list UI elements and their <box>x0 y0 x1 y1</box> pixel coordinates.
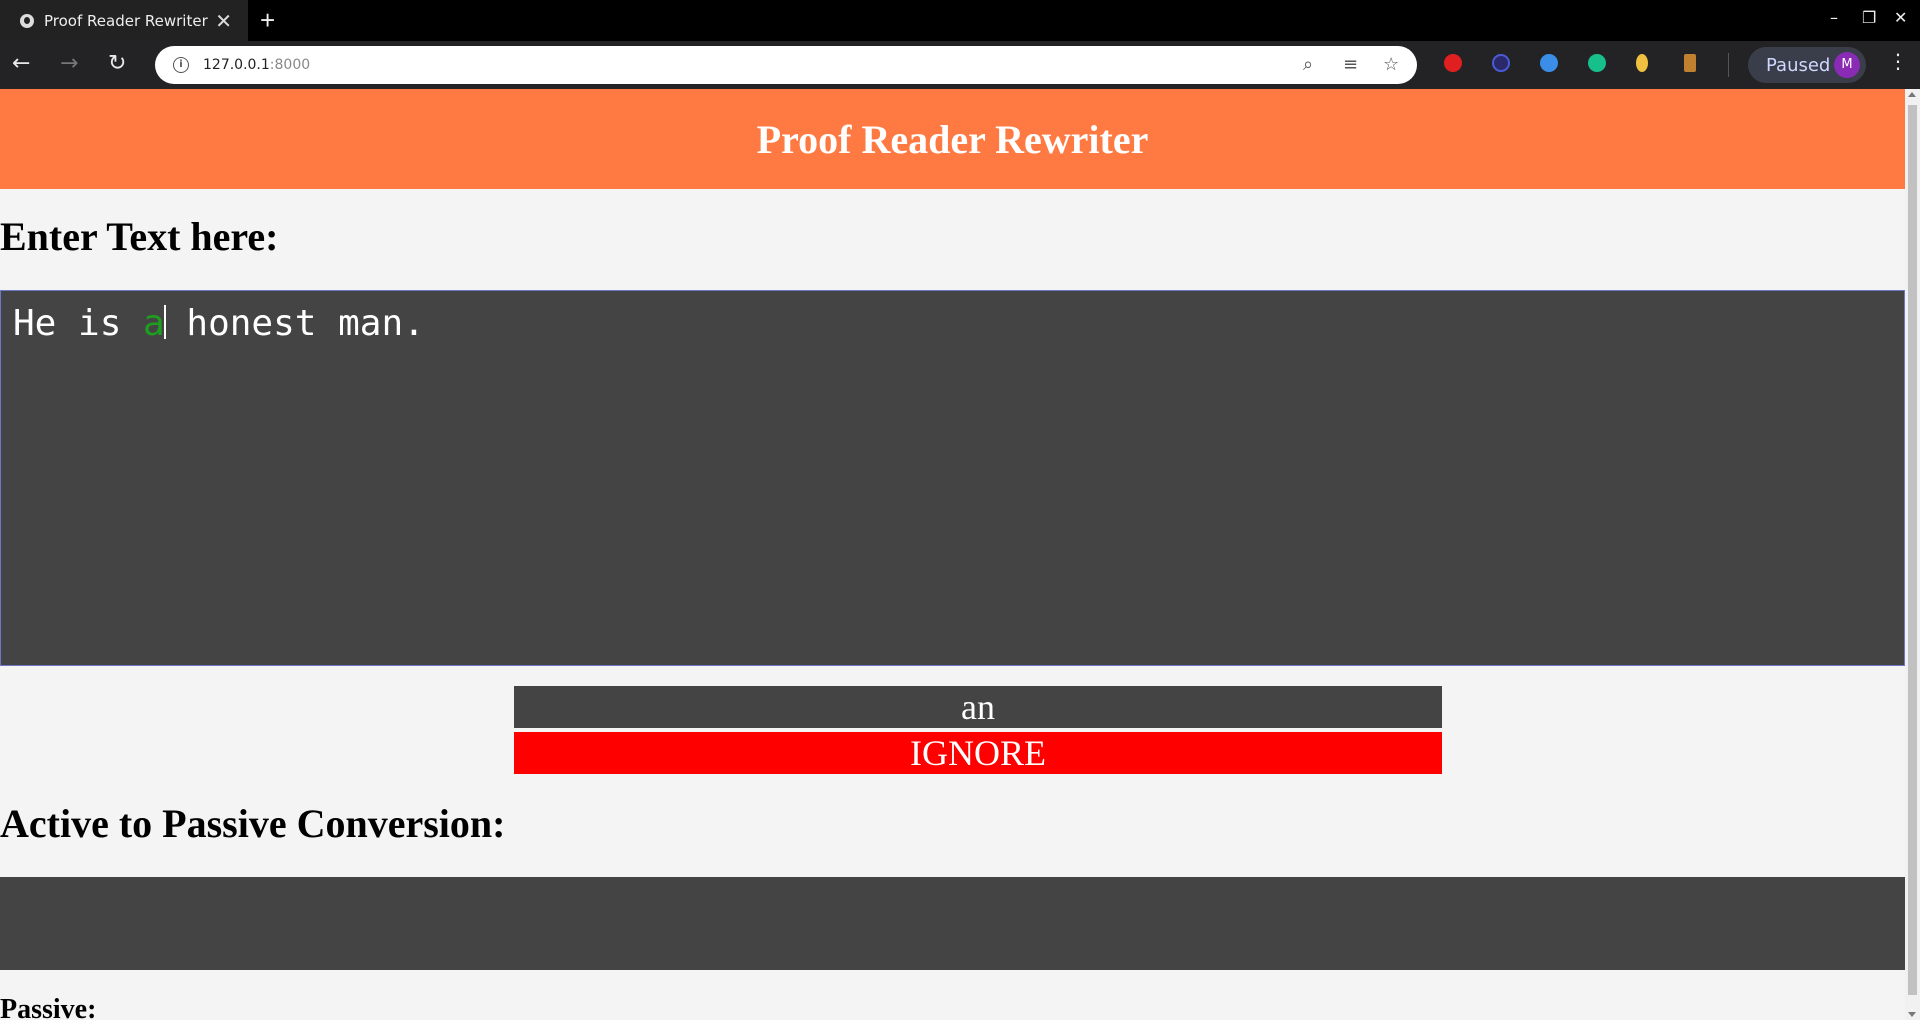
new-tab-button[interactable]: + <box>260 5 275 36</box>
extension-icon-adblock[interactable] <box>1444 54 1462 72</box>
extension-icon-moon[interactable] <box>1492 54 1510 72</box>
scrollbar-thumb[interactable] <box>1908 105 1917 995</box>
extension-icon-grammarly[interactable] <box>1588 54 1606 72</box>
page-content: Proof Reader Rewriter Enter Text here: H… <box>0 89 1905 1020</box>
profile-status: Paused <box>1766 54 1831 76</box>
editor-text-after: honest man. <box>164 303 425 344</box>
page-scrollbar[interactable] <box>1905 89 1920 1020</box>
back-button[interactable]: ← <box>12 51 30 76</box>
reload-button[interactable]: ↻ <box>108 51 126 76</box>
suggestion-button[interactable]: an <box>514 686 1442 728</box>
tab-strip: Proof Reader Rewriter ✕ + – ❐ ✕ <box>0 0 1920 41</box>
forward-button[interactable]: → <box>60 51 78 76</box>
scroll-down-icon[interactable] <box>1908 1012 1916 1017</box>
editor-text-before: He is <box>13 303 144 344</box>
menu-icon[interactable]: ⋮ <box>1888 49 1908 73</box>
browser-toolbar: ← → ↻ i 127.0.0.1:8000 ⌕ ≡ ☆ Paused M ⋮ <box>0 41 1920 89</box>
page-header: Proof Reader Rewriter <box>0 89 1905 189</box>
ignore-button[interactable]: IGNORE <box>514 732 1442 774</box>
passive-heading: Passive: <box>0 994 97 1020</box>
scroll-up-icon[interactable] <box>1908 92 1916 97</box>
page-title: Proof Reader Rewriter <box>756 116 1149 162</box>
minimize-icon[interactable]: – <box>1830 8 1838 27</box>
zoom-icon[interactable]: ⌕ <box>1303 54 1313 75</box>
conversion-output-box[interactable] <box>0 877 1905 970</box>
profile-button[interactable]: Paused M <box>1748 47 1866 83</box>
active-passive-heading: Active to Passive Conversion: <box>0 801 506 846</box>
extension-icon-yellow[interactable] <box>1636 54 1648 72</box>
globe-icon <box>20 13 34 28</box>
close-tab-icon[interactable]: ✕ <box>215 9 232 33</box>
extension-icon-blue[interactable] <box>1540 54 1558 72</box>
toolbar-divider <box>1728 53 1729 77</box>
avatar: M <box>1834 52 1860 78</box>
browser-tab[interactable]: Proof Reader Rewriter ✕ <box>0 0 248 41</box>
extension-icon-list[interactable] <box>1684 54 1696 72</box>
url-text: 127.0.0.1:8000 <box>203 57 311 73</box>
error-highlight[interactable]: a <box>143 303 165 344</box>
enter-text-heading: Enter Text here: <box>0 214 279 259</box>
star-icon[interactable]: ☆ <box>1383 54 1399 75</box>
address-bar[interactable]: i 127.0.0.1:8000 ⌕ ≡ ☆ <box>155 46 1417 84</box>
text-editor[interactable]: He is a honest man. <box>0 290 1905 666</box>
info-icon[interactable]: i <box>173 57 189 73</box>
tab-title: Proof Reader Rewriter <box>44 11 208 30</box>
close-window-icon[interactable]: ✕ <box>1894 8 1907 27</box>
restore-icon[interactable]: ❐ <box>1862 8 1876 27</box>
reader-icon[interactable]: ≡ <box>1343 54 1358 75</box>
